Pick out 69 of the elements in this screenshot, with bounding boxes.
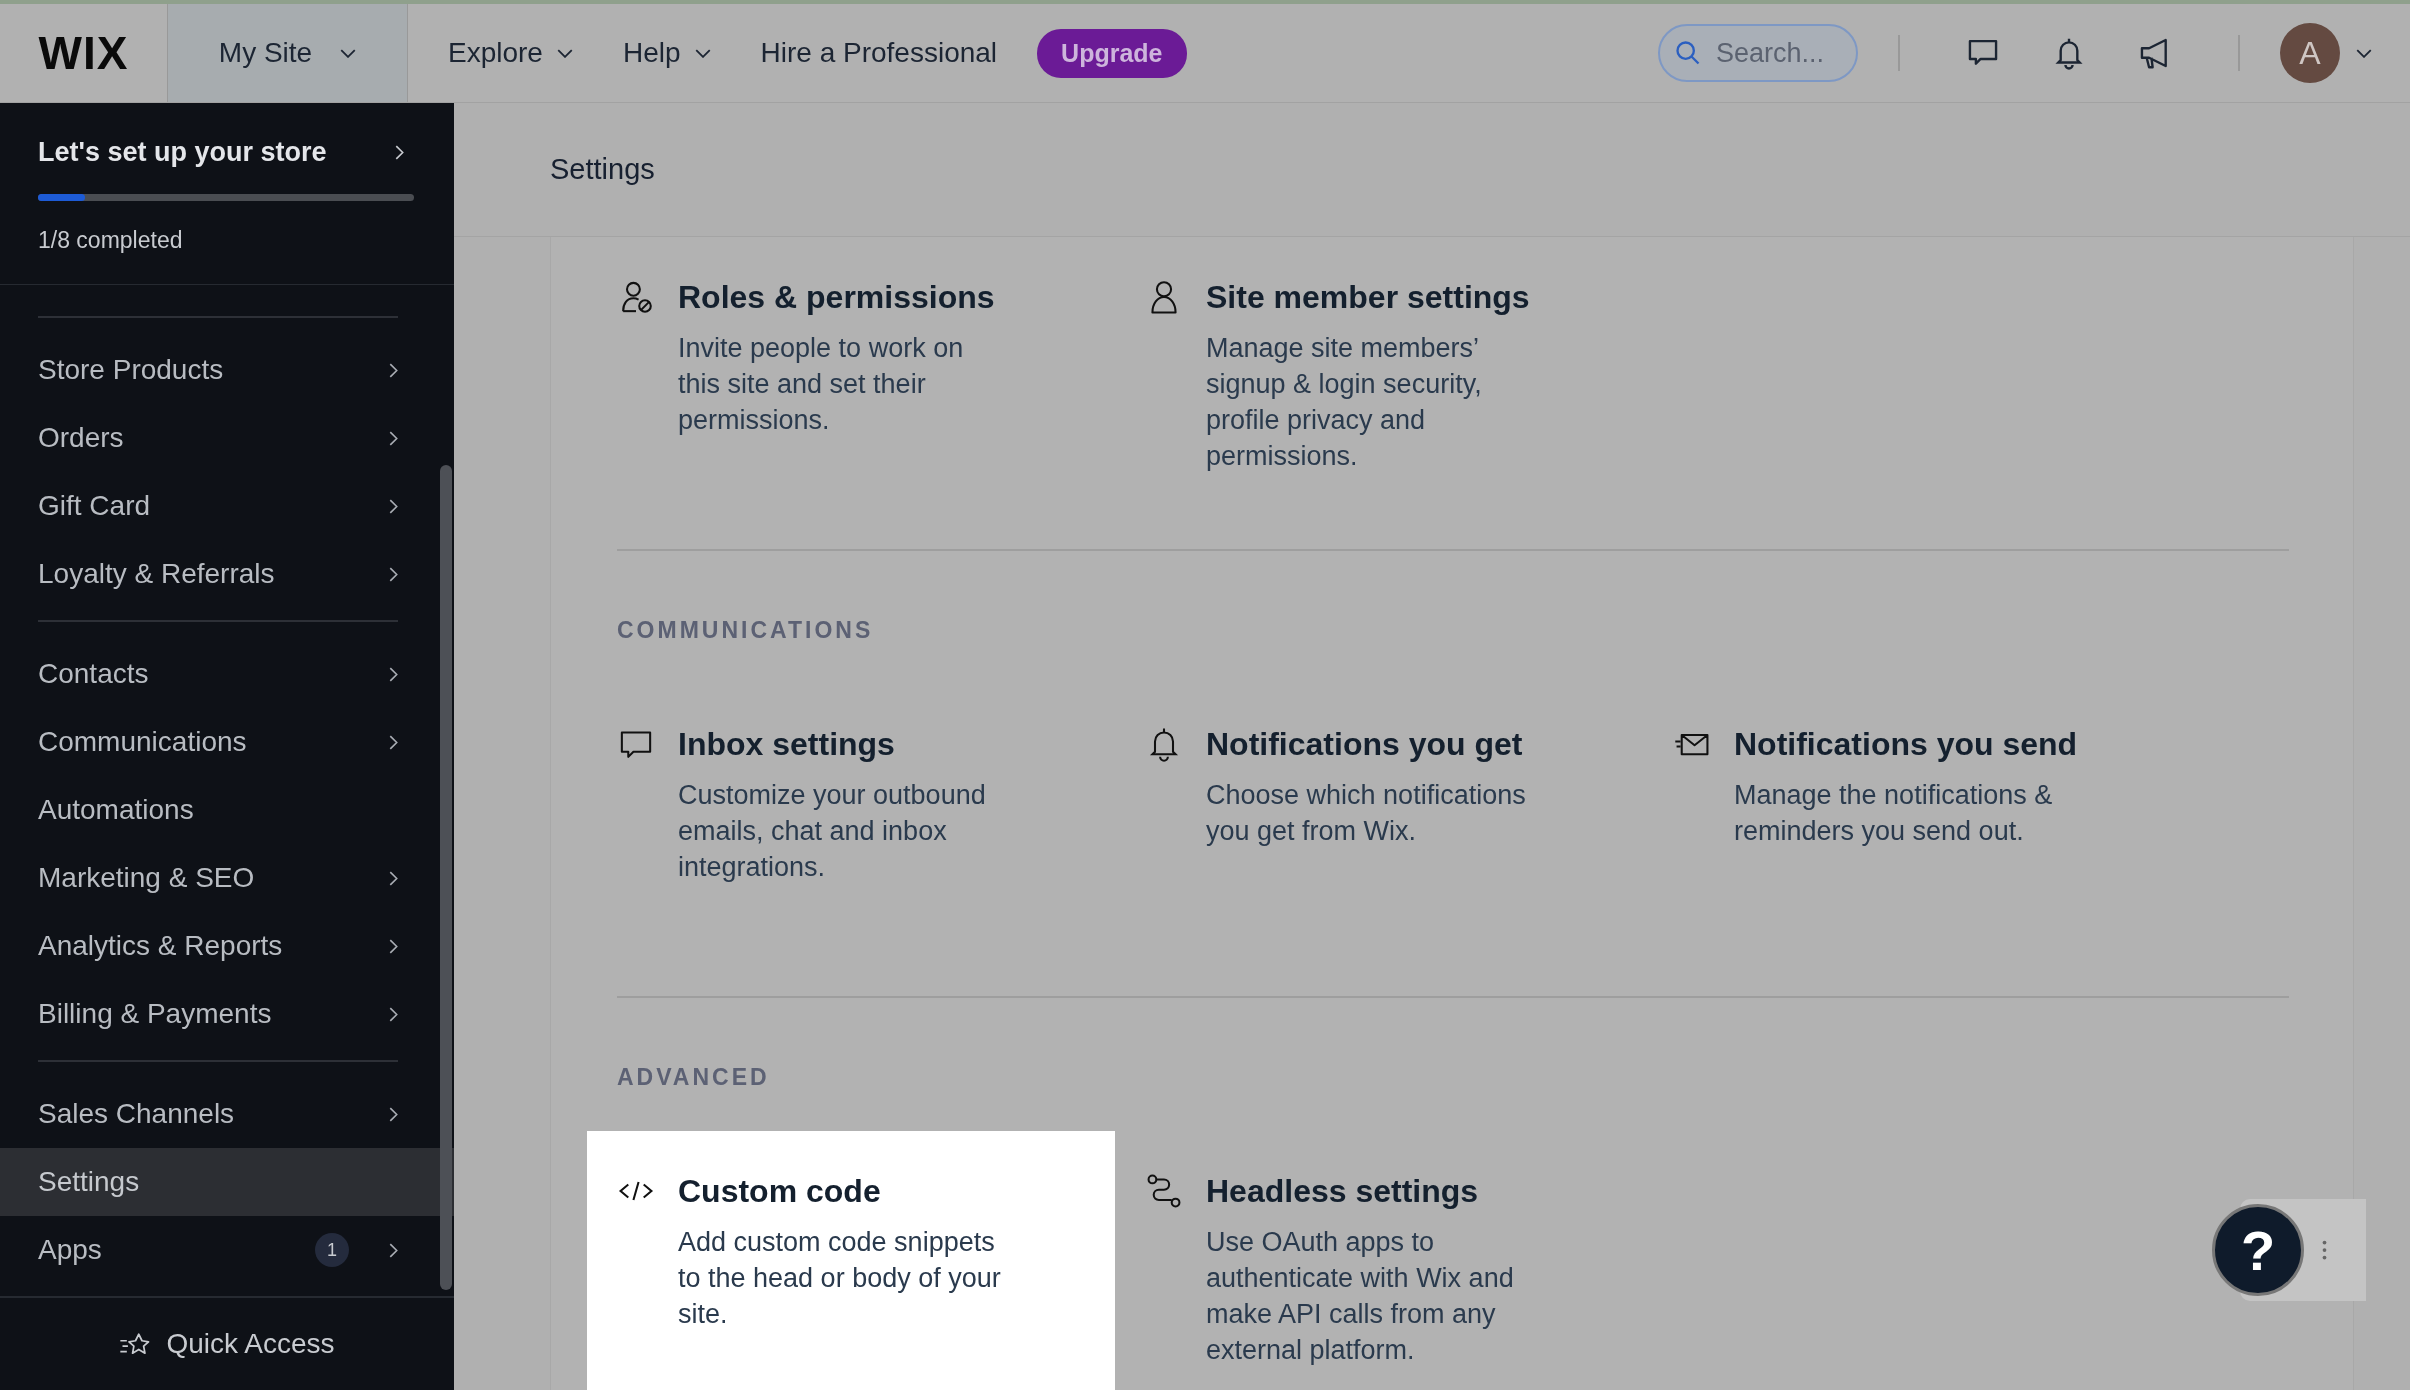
sidebar-item[interactable]: Orders [0,404,416,472]
connected-nodes-icon [1146,1173,1182,1209]
sidebar-item[interactable]: Gift Card [0,472,416,540]
help-button[interactable]: ? [2212,1204,2304,1296]
sidebar-item[interactable]: Loyalty & Referrals [0,540,416,608]
sidebar-item[interactable]: Communications [0,708,416,776]
avatar[interactable]: A [2280,23,2340,83]
chevron-right-icon [389,1106,398,1122]
section-heading: COMMUNICATIONS [617,617,875,644]
settings-card[interactable]: Custom code Add custom code snippets to the head or body of your site. [587,1131,1115,1390]
card-description: Add custom code snippets to the head or body of your site. [678,1226,1002,1331]
search-field[interactable]: Search... [1658,24,1858,82]
chevron-right-icon [395,145,404,160]
card-title: Notifications you send [1734,726,2078,763]
logo[interactable]: WIX [0,26,167,80]
count-badge: 1 [315,1233,349,1267]
nav-menu-item[interactable]: Explore [438,37,583,69]
sidebar-item[interactable]: Sales Channels [0,1080,416,1148]
chevron-right-icon [389,362,398,378]
settings-card[interactable]: Notifications you get Choose which notifications you get from Wix. [1115,684,1643,976]
card-title: Notifications you get [1206,726,1524,763]
settings-card[interactable]: Roles & permissions Invite people to work on this site and set their permissions. [587,237,1115,529]
progress-text: 1/8 completed [38,227,184,254]
chevron-right-icon [389,938,398,954]
card-description: Manage the notifications & reminders you send out. [1734,779,2054,848]
sidebar-item[interactable]: Store Products [0,336,416,404]
chevron-right-icon [389,1242,398,1258]
nav-menu-item[interactable]: Hire a Professional [750,37,1008,69]
card-title: Inbox settings [678,726,896,763]
sidebar-item[interactable]: Analytics & Reports [0,912,416,980]
card-description: Invite people to work on this site and set their permissions. [678,332,965,437]
card-title: Site member settings [1206,279,1531,316]
page-title: Settings [550,153,655,186]
setup-link[interactable]: Let's set up your store [38,137,416,168]
search-icon [1674,39,1702,67]
settings-card[interactable]: Notifications you send Manage the notifications & reminders you send out. [1643,684,2171,976]
chevron-down-icon [340,48,357,58]
card-title: Roles & permissions [678,279,996,316]
sidebar-item[interactable]: Settings [0,1148,454,1216]
sidebar-item[interactable]: Automations [0,776,416,844]
card-description: Manage site members’ signup & login security, profile privacy and permissions. [1206,332,1483,473]
scrollbar[interactable] [440,465,452,1290]
chevron-down-icon[interactable] [2356,48,2372,58]
section-heading: ADVANCED [617,1064,771,1091]
chevron-right-icon [389,666,398,682]
card-title: Custom code [678,1173,882,1210]
chevron-right-icon [389,430,398,446]
sidebar-item[interactable]: Apps 1 [0,1216,416,1284]
chevron-down-icon [556,48,573,58]
card-description: Customize your outbound emails, chat and inbox integrations. [678,779,987,884]
settings-card[interactable]: Site member settings Manage site members’ signup & login security, profile privacy and permissions. [1115,237,1643,529]
sidebar-item[interactable]: Billing & Payments [0,980,416,1048]
chevron-right-icon [389,870,398,886]
site-menu-button[interactable]: My Site [167,4,408,102]
chevron-right-icon [389,566,398,582]
nav-menu-item[interactable]: Help [612,37,721,69]
drag-handle-icon[interactable] [2322,1240,2327,1260]
chevron-right-icon [389,734,398,750]
settings-card[interactable]: Inbox settings Customize your outbound emails, chat and inbox integrations. [587,684,1115,976]
upgrade-button[interactable]: Upgrade [1037,28,1187,78]
card-description: Choose which notifications you get from Wix. [1206,779,1527,848]
chevron-right-icon [389,498,398,514]
chevron-down-icon [694,48,711,58]
sidebar-item[interactable]: Marketing & SEO [0,844,416,912]
card-title: Headless settings [1206,1173,1480,1210]
sidebar-item[interactable]: Contacts [0,640,416,708]
card-description: Use OAuth apps to authenticate with Wix and make API calls from any external platform. [1206,1226,1515,1367]
chevron-right-icon [389,1006,398,1022]
settings-card[interactable]: Headless settings Use OAuth apps to authenticate with Wix and make API calls from any external platform. [1115,1131,1643,1390]
